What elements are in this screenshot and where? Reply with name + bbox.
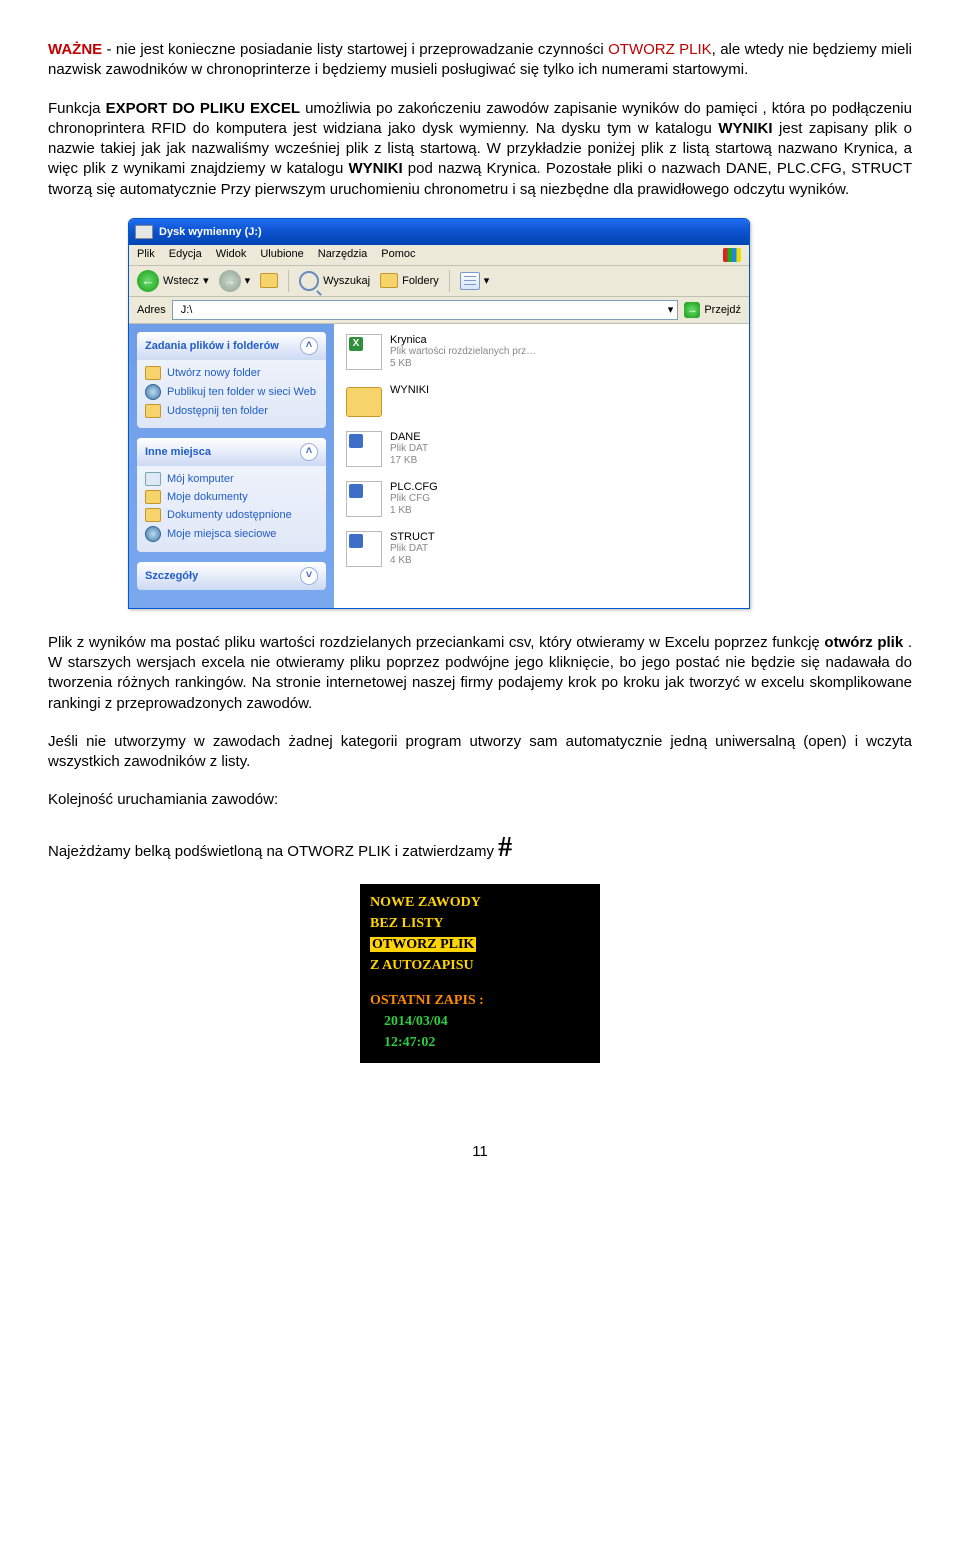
folder-icon — [145, 490, 161, 504]
warning-paragraph: WAŻNE - nie jest konieczne posiadanie li… — [48, 40, 912, 81]
cfg-file-icon — [346, 481, 382, 517]
task-publish[interactable]: Publikuj ten folder w sieci Web — [145, 382, 318, 402]
explorer-file-list: Krynica Plik wartości rozdzielanych prz…… — [334, 324, 749, 608]
chevron-down-icon[interactable]: ▾ — [668, 303, 674, 316]
forward-arrow-icon: → — [219, 270, 241, 292]
back-arrow-icon: ← — [137, 270, 159, 292]
views-icon — [460, 272, 480, 290]
dat-file-icon — [346, 431, 382, 467]
chevron-down-icon: ▾ — [245, 274, 251, 287]
device-menu: NOWE ZAWODY BEZ LISTY OTWORZ PLIK Z AUTO… — [360, 884, 600, 1063]
menu-view[interactable]: Widok — [216, 248, 247, 262]
toolbar-separator — [449, 270, 450, 292]
otworz-plik-red: OTWORZ PLIK — [608, 41, 712, 58]
menu-fav[interactable]: Ulubione — [260, 248, 303, 262]
windows-flag-icon — [723, 248, 741, 262]
folder-icon — [346, 387, 382, 417]
folder-icon — [145, 366, 161, 380]
task-share[interactable]: Udostępnij ten folder — [145, 402, 318, 420]
go-button[interactable]: → Przejdź — [684, 302, 741, 318]
menu-edit[interactable]: Edycja — [169, 248, 202, 262]
folders-icon — [380, 273, 398, 288]
address-label: Adres — [137, 304, 166, 316]
network-icon — [145, 526, 161, 542]
collapse-icon: ˄ — [300, 443, 318, 461]
menu-tools[interactable]: Narzędzia — [318, 248, 368, 262]
views-button[interactable]: ▾ — [460, 272, 490, 290]
search-button[interactable]: Wyszukaj — [299, 271, 370, 291]
menu-status-label: OSTATNI ZAPIS : — [370, 990, 590, 1011]
menu-file[interactable]: Plik — [137, 248, 155, 262]
export-bold: EXPORT DO PLIKU EXCEL — [106, 100, 300, 117]
csv-paragraph: Plik z wyników ma postać pliku wartości … — [48, 633, 912, 714]
menu-status-time: 12:47:02 — [384, 1032, 590, 1053]
sequence-heading: Kolejność uruchamiania zawodów: — [48, 790, 912, 810]
collapse-icon: ˄ — [300, 337, 318, 355]
explorer-sidebar: Zadania plików i folderów ˄ Utwórz nowy … — [129, 324, 334, 608]
menu-item-bez-listy[interactable]: BEZ LISTY — [370, 913, 590, 934]
toolbar-separator — [288, 270, 289, 292]
menu-help[interactable]: Pomoc — [381, 248, 415, 262]
menu-item-otworz-plik[interactable]: OTWORZ PLIK — [370, 937, 476, 952]
folders-button[interactable]: Foldery — [380, 273, 439, 288]
globe-icon — [145, 384, 161, 400]
share-icon — [145, 404, 161, 418]
computer-icon — [145, 472, 161, 486]
explorer-menubar: Plik Edycja Widok Ulubione Narzędzia Pom… — [129, 245, 749, 266]
menu-item-z-autozapisu[interactable]: Z AUTOZAPISU — [370, 955, 590, 976]
warning-label: WAŻNE — [48, 41, 102, 58]
file-krynica[interactable]: Krynica Plik wartości rozdzielanych prz…… — [346, 334, 737, 370]
explorer-titlebar[interactable]: Dysk wymienny (J:) — [129, 219, 749, 245]
address-value: J:\ — [181, 304, 193, 316]
go-arrow-icon: → — [684, 302, 700, 318]
place-network[interactable]: Moje miejsca sieciowe — [145, 524, 318, 544]
drive-icon — [135, 225, 153, 239]
place-my-docs[interactable]: Moje dokumenty — [145, 488, 318, 506]
folder-wyniki[interactable]: WYNIKI — [346, 384, 737, 417]
details-panel-header[interactable]: Szczegóły ˅ — [137, 562, 326, 590]
expand-icon: ˅ — [300, 567, 318, 585]
place-my-computer[interactable]: Mój komputer — [145, 470, 318, 488]
file-plc-cfg[interactable]: PLC.CFG Plik CFG 1 KB — [346, 481, 737, 517]
place-shared-docs[interactable]: Dokumenty udostępnione — [145, 506, 318, 524]
chevron-down-icon: ▾ — [484, 274, 490, 287]
chevron-down-icon: ▾ — [203, 274, 209, 287]
explorer-toolbar: ← Wstecz ▾ → ▾ Wyszukaj Foldery ▾ — [129, 266, 749, 297]
folder-up-icon — [260, 273, 278, 288]
instruction-line: Najeżdżamy belką podświetloną na OTWORZ … — [48, 829, 912, 867]
search-icon — [299, 271, 319, 291]
export-paragraph: Funkcja EXPORT DO PLIKU EXCEL umożliwia … — [48, 99, 912, 200]
tasks-panel-header[interactable]: Zadania plików i folderów ˄ — [137, 332, 326, 360]
address-input[interactable]: J:\ ▾ — [172, 300, 679, 320]
forward-button[interactable]: → ▾ — [219, 270, 251, 292]
window-title: Dysk wymienny (J:) — [159, 226, 262, 238]
file-struct[interactable]: STRUCT Plik DAT 4 KB — [346, 531, 737, 567]
dat-file-icon — [346, 531, 382, 567]
hash-symbol: # — [498, 832, 512, 863]
places-panel: Inne miejsca ˄ Mój komputer Moje dokumen… — [137, 438, 326, 552]
task-new-folder[interactable]: Utwórz nowy folder — [145, 364, 318, 382]
up-button[interactable] — [260, 273, 278, 288]
explorer-addressbar: Adres J:\ ▾ → Przejdź — [129, 297, 749, 324]
details-panel: Szczegóły ˅ — [137, 562, 326, 590]
menu-status-date: 2014/03/04 — [384, 1011, 590, 1032]
excel-file-icon — [346, 334, 382, 370]
auto-category-paragraph: Jeśli nie utworzymy w zawodach żadnej ka… — [48, 732, 912, 773]
places-panel-header[interactable]: Inne miejsca ˄ — [137, 438, 326, 466]
folder-icon — [145, 508, 161, 522]
tasks-panel: Zadania plików i folderów ˄ Utwórz nowy … — [137, 332, 326, 428]
file-dane[interactable]: DANE Plik DAT 17 KB — [346, 431, 737, 467]
back-button[interactable]: ← Wstecz ▾ — [137, 270, 209, 292]
page-number: 11 — [48, 1143, 912, 1160]
explorer-window: Dysk wymienny (J:) Plik Edycja Widok Ulu… — [128, 218, 750, 609]
menu-item-nowe-zawody[interactable]: NOWE ZAWODY — [370, 892, 590, 913]
